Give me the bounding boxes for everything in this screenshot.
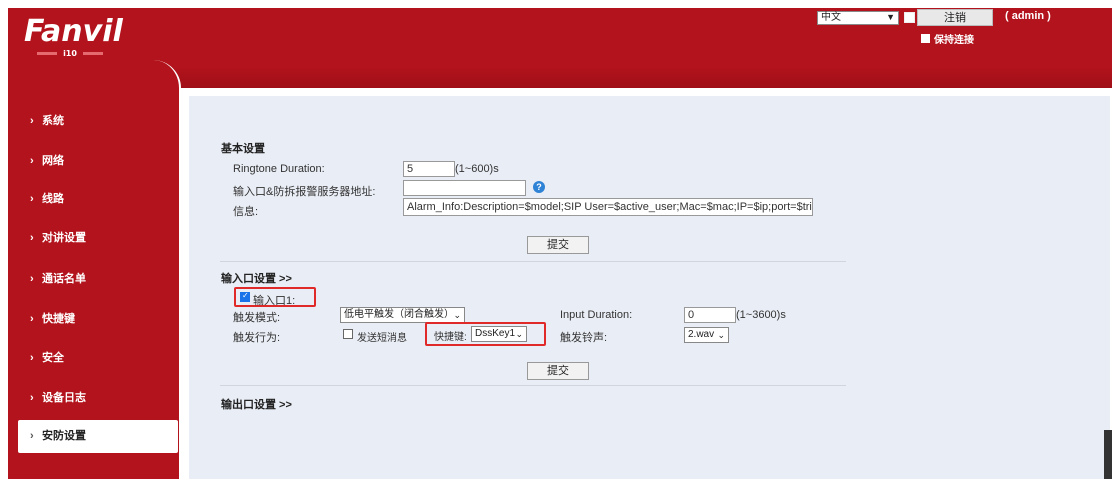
divider: [220, 261, 846, 262]
sidebar-item-label: 通话名单: [42, 273, 86, 285]
trigger-ring-label: 触发铃声:: [560, 332, 608, 344]
alarm-server-label: 输入口&防拆报警服务器地址:: [233, 186, 376, 198]
sidebar-item-system[interactable]: › 系统: [8, 106, 179, 136]
send-sms-checkbox[interactable]: [343, 329, 353, 339]
chevron-right-icon: ›: [30, 352, 34, 364]
sidebar-item-network[interactable]: › 网络: [8, 146, 179, 176]
help-icon[interactable]: ?: [533, 181, 545, 193]
hotkey-label: 快捷键:: [434, 332, 467, 343]
chevron-right-icon: ›: [30, 232, 34, 244]
chevron-down-icon: ▼: [886, 12, 895, 22]
input-port-settings-title: 输入口设置 >>: [221, 273, 292, 285]
chevron-right-icon: ›: [30, 430, 34, 442]
sidebar-item-label: 安防设置: [42, 430, 86, 442]
sidebar-item-label: 安全: [42, 352, 64, 364]
ringtone-duration-label: Ringtone Duration:: [233, 163, 325, 175]
input-port-label: 输入口1:: [253, 295, 296, 307]
trigger-ring-select[interactable]: 2.wav ⌄: [684, 327, 729, 343]
sidebar-item-security[interactable]: › 安全: [8, 343, 179, 373]
chevron-right-icon: ›: [30, 115, 34, 127]
sidebar-item-device-log[interactable]: › 设备日志: [8, 383, 179, 413]
trigger-mode-select[interactable]: 低电平触发（闭合触发） ⌄: [340, 307, 465, 323]
ringtone-duration-hint: (1~600)s: [455, 163, 499, 175]
ringtone-duration-input[interactable]: 5: [403, 161, 455, 177]
brand-logo: Fanvil i10: [20, 14, 128, 64]
sidebar-item-label: 线路: [42, 193, 64, 205]
chevron-right-icon: ›: [30, 313, 34, 325]
input-port-submit-button[interactable]: 提交: [527, 362, 589, 380]
language-checkbox[interactable]: [904, 12, 915, 23]
sidebar-item-label: 设备日志: [42, 392, 86, 404]
divider: [220, 385, 846, 386]
sidebar-item-hotkeys[interactable]: › 快捷键: [8, 304, 179, 334]
main-panel: 基本设置 Ringtone Duration: 5 (1~600)s 输入口&防…: [189, 96, 1110, 479]
output-port-settings-title[interactable]: 输出口设置 >>: [221, 396, 292, 412]
chevron-down-icon: ⌄: [717, 330, 725, 340]
chevron-right-icon: ›: [30, 392, 34, 404]
info-input[interactable]: Alarm_Info:Description=$model;SIP User=$…: [403, 198, 813, 216]
send-sms-label: 发送短消息: [357, 333, 407, 344]
sidebar-item-security-settings[interactable]: › 安防设置: [18, 420, 178, 453]
basic-settings-title: 基本设置: [221, 143, 265, 155]
hotkey-select[interactable]: DssKey1 ⌄: [471, 326, 527, 342]
input-duration-hint: (1~3600)s: [736, 309, 786, 321]
chevron-right-icon: ›: [30, 193, 34, 205]
language-value: 中文: [821, 12, 841, 23]
sidebar-item-label: 对讲设置: [42, 232, 86, 244]
keep-connected-checkbox[interactable]: [921, 34, 930, 43]
hotkey-value: DssKey1: [475, 328, 516, 339]
trigger-ring-value: 2.wav: [688, 329, 715, 340]
trigger-mode-value: 低电平触发（闭合触发）: [344, 309, 454, 320]
sidebar-item-label: 网络: [42, 155, 64, 167]
sidebar-item-intercom[interactable]: › 对讲设置: [8, 223, 179, 253]
sidebar-item-call-list[interactable]: › 通话名单: [8, 264, 179, 294]
trigger-action-label: 触发行为:: [233, 332, 281, 344]
sidebar-item-label: 系统: [42, 115, 64, 127]
sidebar: › 系统 › 网络 › 线路 › 对讲设置 › 通话名单 › 快捷键 › 安全 › 设备日志 ›…: [8, 60, 181, 479]
sidebar-item-lines[interactable]: › 线路: [8, 184, 179, 214]
submit-button[interactable]: 提交: [527, 236, 589, 254]
info-label: 信息:: [233, 206, 259, 218]
alarm-server-input[interactable]: [403, 180, 526, 196]
keep-connected-label: 保持连接: [934, 35, 974, 46]
user-label: ( admin ): [1005, 10, 1051, 22]
chevron-right-icon: ›: [30, 273, 34, 285]
chevron-right-icon: ›: [30, 155, 34, 167]
sidebar-item-label: 快捷键: [42, 313, 75, 325]
chevron-down-icon: ⌄: [515, 329, 523, 339]
logo-text: Fanvil: [24, 14, 123, 49]
window-edge: [1104, 430, 1112, 479]
chevron-down-icon: ⌄: [453, 310, 461, 320]
input-duration-input[interactable]: 0: [684, 307, 736, 323]
trigger-mode-label: 触发模式:: [233, 312, 281, 324]
logout-button[interactable]: 注销: [917, 9, 993, 26]
logo-model: i10: [20, 49, 120, 58]
input-duration-label: Input Duration:: [560, 309, 633, 321]
input-port-checkbox[interactable]: [240, 291, 250, 302]
language-select[interactable]: 中文 ▼: [817, 11, 899, 25]
